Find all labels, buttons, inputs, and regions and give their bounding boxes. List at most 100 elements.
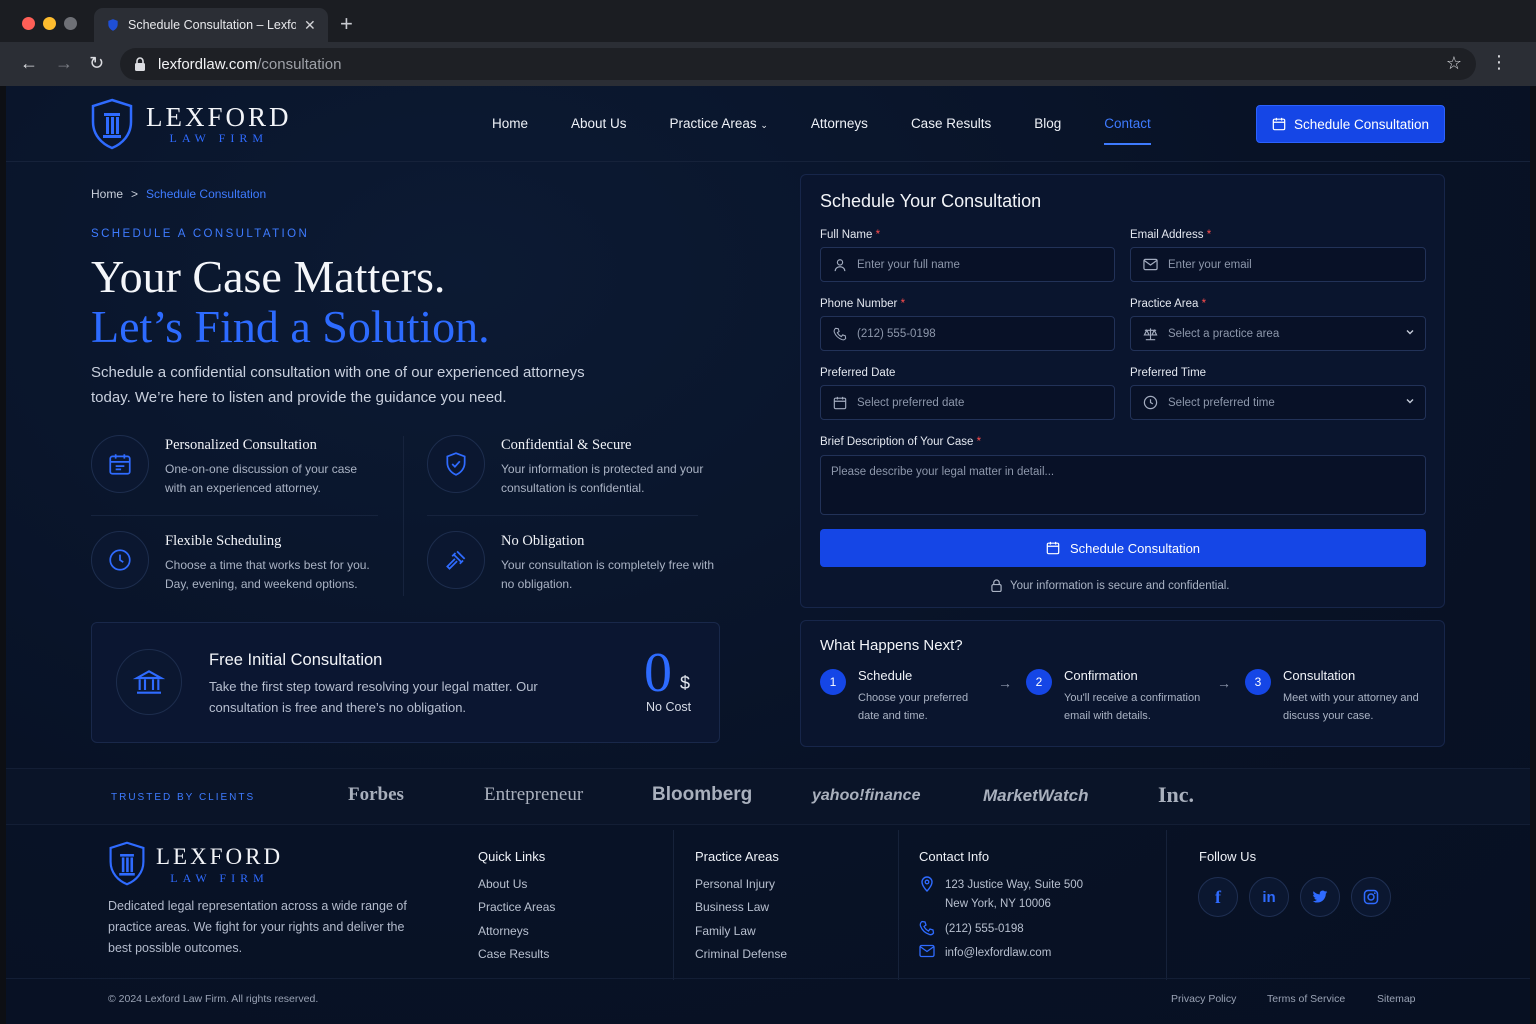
feature-flexible: Flexible Scheduling Choose a time that w… xyxy=(91,531,381,594)
privacy-policy-link[interactable]: Privacy Policy xyxy=(1171,993,1236,1005)
footer-link-criminal-defense[interactable]: Criminal Defense xyxy=(695,947,787,961)
brand-marketwatch: MarketWatch xyxy=(983,786,1089,805)
trusted-by-strip: TRUSTED BY CLIENTS Forbes Entrepreneur B… xyxy=(6,768,1530,825)
shield-check-icon xyxy=(427,435,485,493)
step-desc: Choose your preferred date and time. xyxy=(858,692,969,722)
footer-logo-name: LEXFORD xyxy=(156,843,284,869)
nav-practice-areas[interactable]: Practice Areas ⌄ xyxy=(670,116,768,131)
envelope-icon xyxy=(1143,258,1158,271)
new-tab-icon[interactable]: + xyxy=(340,11,353,37)
date-field[interactable]: Select preferred date xyxy=(820,385,1115,420)
footer-link-business-law[interactable]: Business Law xyxy=(695,900,769,914)
footer-link-personal-injury[interactable]: Personal Injury xyxy=(695,877,775,891)
footer-logo-tagline: LAW FIRM xyxy=(170,870,269,885)
free-desc: Take the first step toward resolving you… xyxy=(209,679,538,715)
phone-icon xyxy=(833,327,847,340)
footer-link-about[interactable]: About Us xyxy=(478,877,527,891)
reload-icon[interactable]: ↻ xyxy=(89,53,104,74)
contact-email[interactable]: info@lexfordlaw.com xyxy=(919,944,1051,963)
email-field[interactable]: Enter your email xyxy=(1130,247,1426,282)
nav-about-us[interactable]: About Us xyxy=(571,116,627,131)
address-bar[interactable]: lexfordlaw.com/consultation ☆ xyxy=(120,48,1476,80)
forward-icon[interactable]: → xyxy=(55,53,73,74)
time-label: Preferred Time xyxy=(1130,367,1207,379)
footer-bottom-bar: © 2024 Lexford Law Firm. All rights rese… xyxy=(6,978,1530,1024)
step-desc: Meet with your attorney and discuss your… xyxy=(1283,692,1419,722)
feature-desc: Your information is protected and your c… xyxy=(501,462,704,495)
feature-title: No Obligation xyxy=(501,533,585,549)
nav-case-results[interactable]: Case Results xyxy=(911,116,991,131)
footer-link-family-law[interactable]: Family Law xyxy=(695,924,756,938)
practice-area-select[interactable]: Select a practice area xyxy=(1130,316,1426,351)
bookmark-star-icon[interactable]: ☆ xyxy=(1446,53,1462,74)
hero-heading: Your Case Matters. Let’s Find a Solution… xyxy=(91,252,490,352)
phone-icon xyxy=(919,920,935,936)
lock-icon xyxy=(135,57,145,71)
brand-entrepreneur: Entrepreneur xyxy=(484,784,584,805)
step-number: 2 xyxy=(1026,669,1052,695)
footer-link-case-results[interactable]: Case Results xyxy=(478,947,549,961)
browser-menu-icon[interactable]: ⋮ xyxy=(1490,52,1508,73)
secure-note-text: Your information is secure and confident… xyxy=(1010,579,1230,592)
what-happens-next: What Happens Next? 1 Schedule Choose your… xyxy=(800,620,1445,747)
step-number: 1 xyxy=(820,669,846,695)
feature-title: Confidential & Secure xyxy=(501,437,632,453)
full-name-field[interactable]: Enter your full name xyxy=(820,247,1115,282)
contact-phone[interactable]: (212) 555-0198 xyxy=(919,920,1024,939)
date-label: Preferred Date xyxy=(820,367,896,379)
phone-field[interactable]: (212) 555-0198 xyxy=(820,316,1115,351)
calendar-icon xyxy=(1046,541,1060,555)
minimize-window-button[interactable] xyxy=(43,17,56,30)
nav-contact[interactable]: Contact xyxy=(1104,116,1151,145)
nav-blog[interactable]: Blog xyxy=(1034,116,1061,131)
maximize-window-button[interactable] xyxy=(64,17,77,30)
feature-title: Personalized Consultation xyxy=(165,437,317,453)
linkedin-icon[interactable]: in xyxy=(1249,877,1289,917)
free-amount: 0 xyxy=(644,642,672,704)
close-window-button[interactable] xyxy=(22,17,35,30)
close-tab-icon[interactable]: ✕ xyxy=(304,17,316,34)
window-controls xyxy=(22,17,77,30)
calendar-icon xyxy=(91,435,149,493)
quick-links-title: Quick Links xyxy=(478,849,546,864)
browser-tab[interactable]: Schedule Consultation – Lexford Law Firm… xyxy=(94,8,328,42)
calendar-icon xyxy=(833,396,847,409)
twitter-icon[interactable] xyxy=(1300,877,1340,917)
step-number: 3 xyxy=(1245,669,1271,695)
step-desc: You'll receive a confirmation email with… xyxy=(1064,692,1201,722)
description-textarea[interactable]: Please describe your legal matter in det… xyxy=(820,455,1426,515)
form-title: Schedule Your Consultation xyxy=(820,191,1042,211)
breadcrumb-separator: > xyxy=(131,187,139,201)
email-label: Email Address * xyxy=(1130,229,1212,241)
footer-link-attorneys[interactable]: Attorneys xyxy=(478,924,529,938)
footer-divider xyxy=(673,830,674,980)
step-schedule: 1 Schedule Choose your preferred date and… xyxy=(820,668,986,725)
instagram-icon[interactable] xyxy=(1351,877,1391,917)
nav-attorneys[interactable]: Attorneys xyxy=(811,116,868,131)
submit-schedule-button[interactable]: Schedule Consultation xyxy=(820,529,1426,567)
footer-link-practice-areas[interactable]: Practice Areas xyxy=(478,900,555,914)
email-placeholder: Enter your email xyxy=(1168,258,1252,271)
hero-heading-line1: Your Case Matters. xyxy=(91,251,446,302)
gavel-icon xyxy=(427,531,485,589)
logo-tagline: LAW FIRM xyxy=(169,131,268,145)
time-select[interactable]: Select preferred time xyxy=(1130,385,1426,420)
trusted-label: TRUSTED BY CLIENTS xyxy=(111,792,256,803)
footer-logo[interactable]: LEXFORD LAW FIRM xyxy=(108,841,283,886)
back-icon[interactable]: ← xyxy=(20,53,38,74)
feature-desc: Choose a time that works best for you. D… xyxy=(165,558,370,591)
terms-link[interactable]: Terms of Service xyxy=(1267,993,1345,1005)
calendar-icon xyxy=(1272,117,1286,131)
feature-title: Flexible Scheduling xyxy=(165,533,282,549)
site-logo[interactable]: LEXFORD LAW FIRM xyxy=(90,98,292,150)
header-schedule-label: Schedule Consultation xyxy=(1293,116,1430,132)
breadcrumb-home[interactable]: Home xyxy=(91,187,123,201)
browser-toolbar: ← → ↻ lexfordlaw.com/consultation ☆ ⋮ xyxy=(0,42,1536,86)
logo-name: LEXFORD xyxy=(146,102,292,132)
nav-home[interactable]: Home xyxy=(492,116,528,131)
header-schedule-button[interactable]: Schedule Consultation xyxy=(1256,105,1445,143)
breadcrumb-current: Schedule Consultation xyxy=(146,187,267,201)
site-header: LEXFORD LAW FIRM Home About Us Practice … xyxy=(6,86,1530,162)
facebook-icon[interactable]: f xyxy=(1198,877,1238,917)
sitemap-link[interactable]: Sitemap xyxy=(1377,993,1416,1005)
